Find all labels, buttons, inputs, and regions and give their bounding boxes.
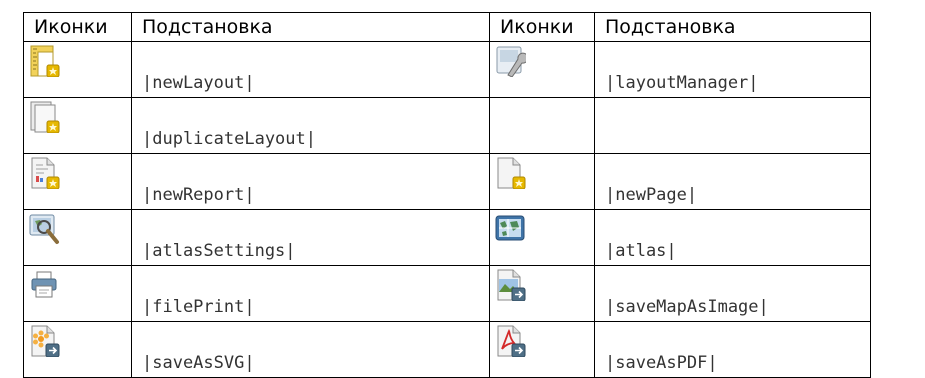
substitution-code: |layoutManager| [594,41,871,98]
substitution-code [594,97,871,154]
save-as-pdf-icon [497,325,526,357]
table-header-row: Иконки Подстановка Иконки Подстановка [23,12,871,42]
substitution-code: |atlas| [594,209,871,266]
substitution-table: Иконки Подстановка Иконки Подстановка |n… [23,12,871,378]
file-print-icon [31,271,57,298]
table-row: |newLayout| |layoutManager| [23,41,871,98]
substitution-code: |duplicateLayout| [131,97,490,154]
duplicate-layout-icon [30,101,60,133]
layout-manager-icon [496,46,526,77]
table-row: |duplicateLayout| [23,97,871,154]
substitution-code: |saveAsSVG| [131,321,490,378]
save-as-svg-icon [31,325,60,357]
table-row: |newReport| |newPage| [23,153,871,210]
table-row: |saveAsSVG| |saveAsPDF| [23,321,871,378]
new-page-icon [497,157,526,189]
save-map-as-image-icon [497,269,526,301]
table-row: |atlasSettings| |atlas| [23,209,871,266]
header-substitution-right: Подстановка [594,12,871,42]
header-icons-right: Иконки [489,12,595,42]
atlas-icon [495,215,525,241]
substitution-code: |saveAsPDF| [594,321,871,378]
atlas-settings-icon [29,214,59,244]
new-layout-icon [30,45,60,77]
substitution-code: |saveMapAsImage| [594,265,871,322]
substitution-code: |newReport| [131,153,490,210]
substitution-code: |atlasSettings| [131,209,490,266]
new-report-icon [31,157,60,189]
substitution-code: |newPage| [594,153,871,210]
table-row: |filePrint| |saveMapAsImage| [23,265,871,322]
header-icons-left: Иконки [23,12,132,42]
header-substitution-left: Подстановка [131,12,490,42]
substitution-code: |filePrint| [131,265,490,322]
substitution-code: |newLayout| [131,41,490,98]
